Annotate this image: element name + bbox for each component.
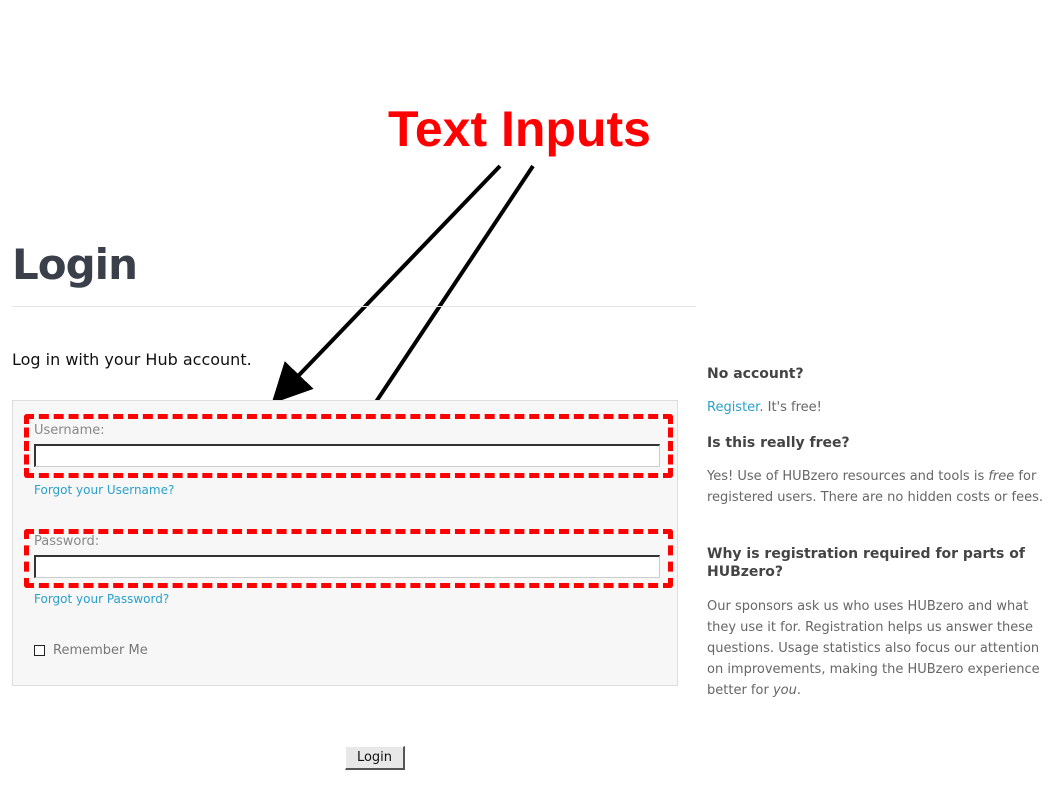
arrow-to-username: [271, 164, 502, 404]
why-registration-text: Our sponsors ask us who uses HUBzero and…: [707, 596, 1055, 701]
no-account-heading: No account?: [707, 366, 804, 382]
free-text-part: Yes! Use of HUBzero resources and tools …: [707, 469, 989, 484]
forgot-username-link[interactable]: Forgot your Username?: [34, 483, 174, 497]
remember-me-label: Remember Me: [53, 643, 148, 658]
why-text-emphasis: you: [772, 683, 797, 698]
page-title: Login: [12, 240, 138, 289]
remember-me-option[interactable]: Remember Me: [34, 643, 148, 658]
free-text: Yes! Use of HUBzero resources and tools …: [707, 466, 1055, 508]
password-highlight-box: [24, 529, 673, 588]
register-suffix: . It's free!: [759, 400, 822, 415]
register-text: Register. It's free!: [707, 397, 822, 418]
login-button[interactable]: Login: [345, 746, 405, 770]
why-text-part: .: [796, 683, 801, 698]
title-divider: [12, 306, 696, 307]
free-heading: Is this really free?: [707, 435, 850, 451]
forgot-password-link[interactable]: Forgot your Password?: [34, 592, 169, 606]
annotation-title: Text Inputs: [388, 101, 651, 157]
remember-me-checkbox[interactable]: [34, 645, 45, 656]
why-text-part: Our sponsors ask us who uses HUBzero and…: [707, 599, 1040, 698]
free-text-emphasis: free: [988, 469, 1015, 484]
login-subheading: Log in with your Hub account.: [12, 350, 252, 369]
login-page: Text Inputs Login Log in with your Hub a…: [0, 0, 1058, 794]
why-registration-heading: Why is registration required for parts o…: [707, 546, 1025, 581]
username-highlight-box: [24, 414, 673, 478]
register-link[interactable]: Register: [707, 400, 759, 415]
